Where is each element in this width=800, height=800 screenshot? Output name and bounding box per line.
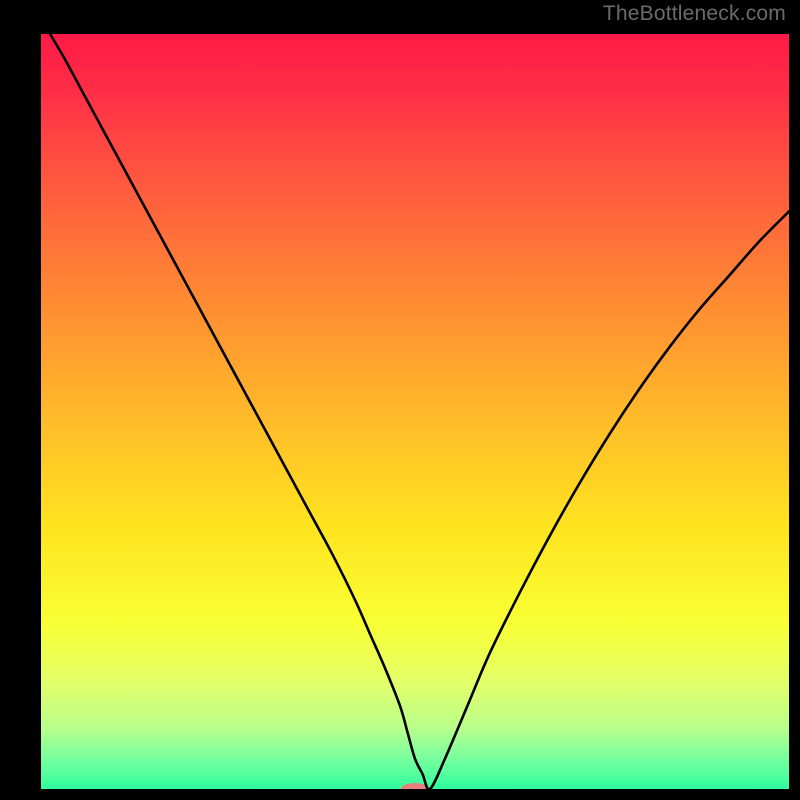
watermark-text: TheBottleneck.com: [603, 2, 786, 26]
chart-frame: [11, 11, 789, 789]
plot-area: [41, 34, 789, 789]
gradient-background: [41, 34, 789, 789]
chart-svg: [41, 34, 789, 789]
